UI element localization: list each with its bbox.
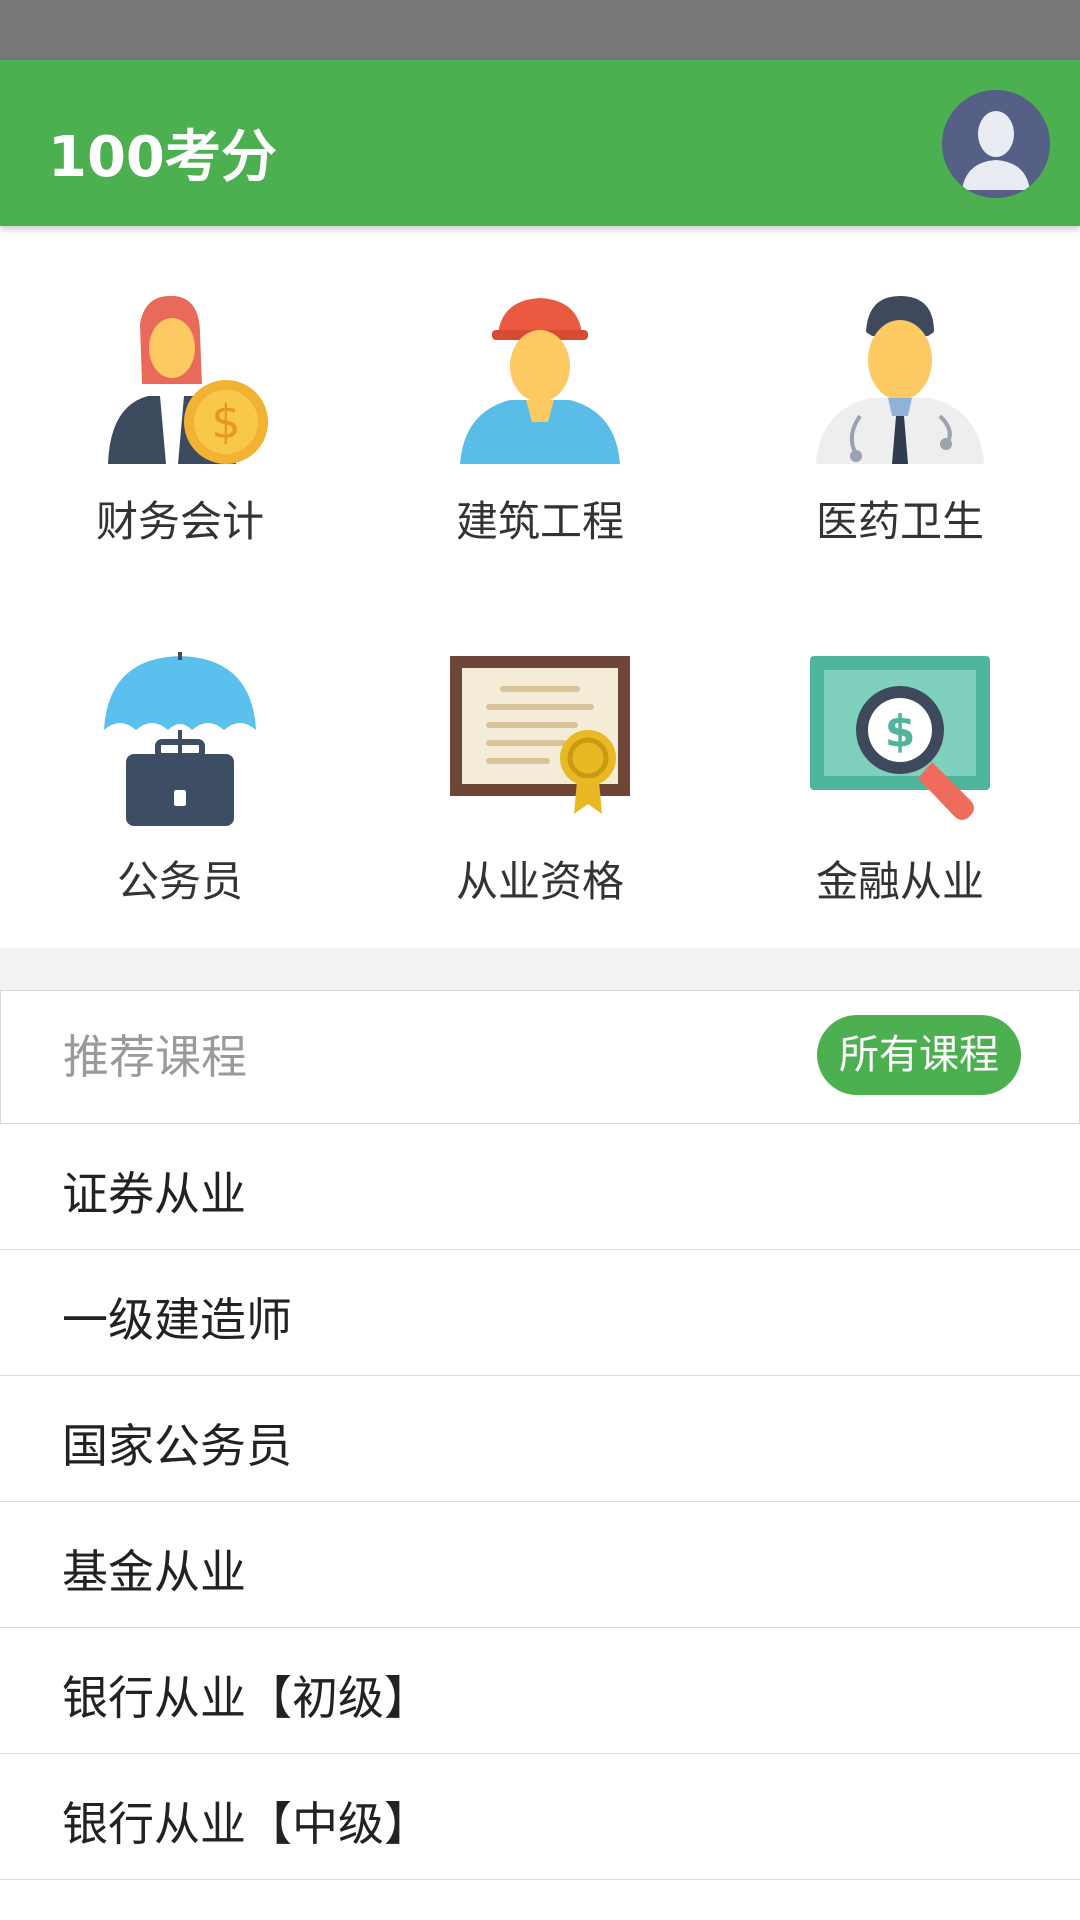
section-separator bbox=[0, 948, 1080, 990]
umbrella-briefcase-icon bbox=[104, 652, 256, 826]
category-label: 建筑工程 bbox=[455, 497, 624, 546]
doctor-icon bbox=[816, 296, 984, 464]
category-label: 从业资格 bbox=[455, 857, 624, 906]
recommended-title: 推荐课程 bbox=[63, 1030, 247, 1084]
course-label: 银行从业【初级】 bbox=[62, 1671, 430, 1725]
certificate-icon bbox=[450, 656, 630, 814]
category-label: 公务员 bbox=[116, 857, 243, 906]
course-item[interactable]: 证券从业 bbox=[0, 1124, 1080, 1250]
status-bar bbox=[0, 0, 1080, 60]
svg-text:$: $ bbox=[211, 395, 240, 449]
svg-text:$: $ bbox=[885, 706, 916, 757]
user-avatar-icon[interactable] bbox=[942, 90, 1050, 198]
recommended-header: 推荐课程 所有课程 bbox=[0, 990, 1080, 1124]
app-bar: 100考分 bbox=[0, 60, 1080, 226]
course-item[interactable]: 一级建造师 bbox=[0, 1250, 1080, 1376]
app-title: 100考分 bbox=[48, 125, 277, 190]
category-label: 医药卫生 bbox=[815, 497, 984, 546]
category-label: 金融从业 bbox=[815, 857, 984, 906]
course-label: 基金从业 bbox=[62, 1545, 246, 1599]
all-courses-button[interactable]: 所有课程 bbox=[817, 1015, 1021, 1095]
category-accounting[interactable]: $ 财务会计 bbox=[0, 226, 360, 586]
course-item[interactable]: 国家公务员 bbox=[0, 1376, 1080, 1502]
course-list: 证券从业 一级建造师 国家公务员 基金从业 银行从业【初级】 银行从业【中级】 bbox=[0, 1124, 1080, 1880]
category-label: 财务会计 bbox=[95, 497, 264, 546]
course-item[interactable]: 银行从业【初级】 bbox=[0, 1628, 1080, 1754]
construction-worker-icon bbox=[460, 298, 620, 464]
category-civil-servant[interactable]: 公务员 bbox=[0, 586, 360, 946]
course-item[interactable]: 银行从业【中级】 bbox=[0, 1754, 1080, 1880]
category-finance[interactable]: $ 金融从业 bbox=[720, 586, 1080, 946]
course-label: 银行从业【中级】 bbox=[62, 1797, 430, 1851]
category-medicine[interactable]: 医药卫生 bbox=[720, 226, 1080, 586]
category-qualification[interactable]: 从业资格 bbox=[360, 586, 720, 946]
course-label: 国家公务员 bbox=[62, 1419, 292, 1473]
course-label: 证券从业 bbox=[62, 1167, 246, 1221]
course-label: 一级建造师 bbox=[62, 1293, 292, 1347]
category-construction[interactable]: 建筑工程 bbox=[360, 226, 720, 586]
accountant-icon: $ bbox=[108, 295, 268, 464]
course-item[interactable]: 基金从业 bbox=[0, 1502, 1080, 1628]
money-magnifier-icon: $ bbox=[810, 656, 990, 820]
category-grid: $ 财务会计 建筑工程 医药卫生 公务员 从业资格 $ 金融从业 bbox=[0, 226, 1080, 948]
